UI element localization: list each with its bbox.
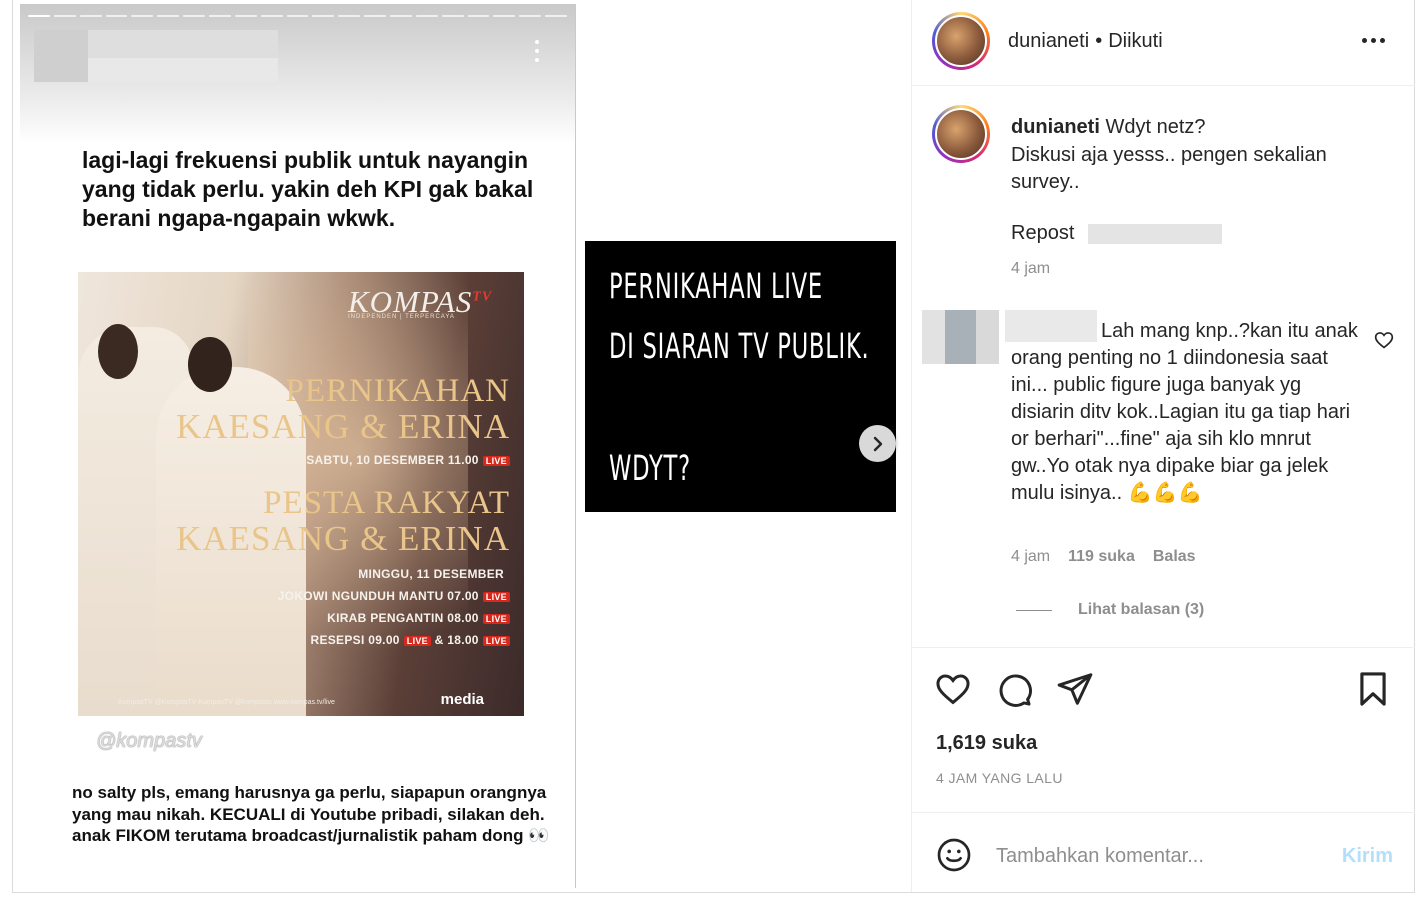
caption-line-2: Diskusi aja yesss.. pengen sekalian surv…	[1011, 143, 1327, 194]
story-progress-bar	[28, 15, 568, 17]
story-screenshot-image: lagi-lagi frekuensi publik untuk nayangi…	[20, 4, 576, 888]
poster-date2: MINGGU, 11 DESEMBER	[358, 567, 504, 581]
kompastv-watermark: @kompastv	[96, 730, 202, 752]
caption-timestamp: 4 jam	[1011, 260, 1051, 277]
comment-like-icon[interactable]	[1374, 330, 1394, 350]
post-media: lagi-lagi frekuensi publik untuk nayangi…	[13, 0, 911, 892]
comment-icon[interactable]	[995, 670, 1033, 708]
poster-title1-line1: PERNIKAHAN	[285, 373, 510, 409]
comment-timestamp: 4 jam	[1011, 548, 1051, 565]
post-dialog: lagi-lagi frekuensi publik untuk nayangi…	[12, 0, 1415, 893]
post-actions: 1,619 suka 4 JAM YANG LALU	[912, 647, 1415, 812]
post-author: dunianeti • Diikuti	[1008, 30, 1163, 53]
caption-avatar[interactable]	[932, 105, 990, 163]
poster-schedule-1: JOKOWI NGUNDUH MANTU 07.00 LIVE	[278, 589, 510, 603]
card-line-1: PERNIKAHAN LIVE	[609, 267, 823, 307]
replies-line	[1016, 609, 1052, 611]
comment-meta: 4 jam 119 suka Balas	[1011, 548, 1196, 566]
follow-status-button[interactable]: Diikuti	[1108, 30, 1162, 52]
poster-title2-line2: KAESANG & ERINA	[176, 519, 510, 558]
kompastv-poster-image: KOMPASTV INDEPENDEN | TERPERCAYA PERNIKA…	[78, 272, 524, 716]
send-comment-button[interactable]: Kirim	[1342, 845, 1393, 868]
poster-schedule-3: RESEPSI 09.00 LIVE & 18.00 LIVE	[310, 633, 510, 647]
comment-reply-button[interactable]: Balas	[1153, 548, 1196, 566]
share-icon[interactable]	[1056, 670, 1094, 708]
poster-footer: KompasTV @KompasTV KompasTV @kompastv ww…	[118, 699, 335, 706]
like-icon[interactable]	[934, 670, 972, 708]
comment-text: Lah mang knp..?kan itu anak orang pentin…	[1011, 320, 1358, 504]
more-options-icon[interactable]	[1362, 38, 1385, 43]
comment-likes-count[interactable]: 119 suka	[1068, 548, 1135, 566]
caption-repost: Repost	[1011, 222, 1074, 245]
caption-line-1: Wdyt netz?	[1105, 116, 1206, 138]
poster-date1: SABTU, 10 DESEMBER 11.00 LIVE	[306, 453, 510, 467]
card-line-2: DI SIARAN TV PUBLIK.	[609, 327, 870, 367]
caption-username[interactable]: dunianeti	[1011, 116, 1100, 138]
post-likes-count[interactable]: 1,619 suka	[936, 732, 1037, 755]
story-header	[20, 4, 575, 144]
blurred-story-avatar	[34, 30, 88, 82]
card-line-3: WDYT?	[609, 449, 691, 489]
story-more-icon	[535, 40, 541, 62]
poster-title2-line1: PESTA RAKYAT	[263, 485, 510, 521]
blurred-repost-handle	[1088, 224, 1222, 244]
poster-schedule-2: KIRAB PENGANTIN 08.00 LIVE	[327, 611, 510, 625]
author-username[interactable]: dunianeti	[1008, 30, 1089, 52]
blurred-commenter-avatar	[922, 310, 999, 364]
poster-title1-line2: KAESANG & ERINA	[176, 407, 510, 446]
next-slide-button[interactable]	[859, 425, 896, 462]
story-text-top: lagi-lagi frekuensi publik untuk nayangi…	[82, 147, 534, 231]
emoji-icon[interactable]	[936, 837, 972, 873]
blurred-story-username	[88, 30, 278, 58]
comment-composer: Kirim	[912, 812, 1415, 892]
chevron-right-icon	[873, 436, 882, 451]
kg-media-logo: media	[440, 691, 484, 708]
comment-input[interactable]	[996, 841, 1316, 871]
post-details-panel: dunianeti • Diikuti dunianeti Wdyt netz? D…	[911, 0, 1415, 892]
bookmark-icon[interactable]	[1354, 670, 1392, 708]
separator-dot: •	[1095, 30, 1103, 52]
text-card-image: PERNIKAHAN LIVE DI SIARAN TV PUBLIK. WDY…	[585, 241, 896, 512]
avatar[interactable]	[932, 12, 990, 70]
post-timestamp: 4 JAM YANG LALU	[936, 770, 1063, 786]
story-text-bottom: no salty pls, emang harusnya ga perlu, s…	[72, 783, 550, 845]
view-replies-button[interactable]: Lihat balasan (3)	[1016, 601, 1204, 619]
kompastv-tagline: INDEPENDEN | TERPERCAYA	[348, 314, 455, 320]
repost-label: Repost	[1011, 222, 1075, 244]
blurred-story-subtitle	[88, 58, 278, 82]
post-caption: dunianeti Wdyt netz? Diskusi aja yesss..…	[1011, 114, 1391, 197]
post-header: dunianeti • Diikuti	[912, 0, 1415, 86]
